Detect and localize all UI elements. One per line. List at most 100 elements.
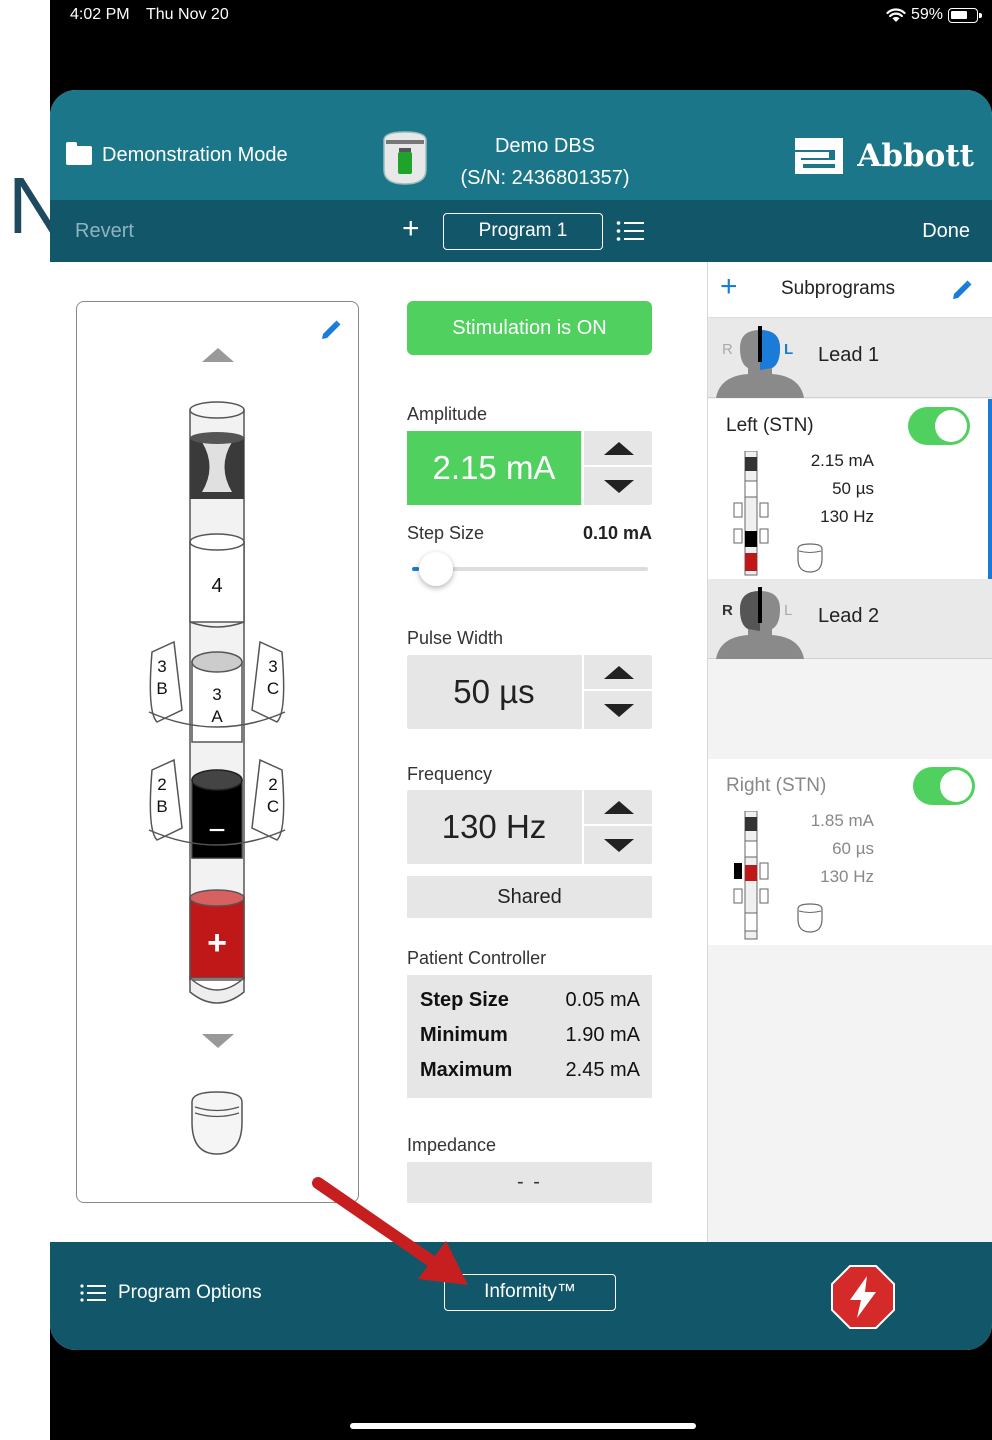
pc-maximum-key: Maximum (420, 1059, 513, 1081)
subprogram-right-title: Right (STN) (726, 775, 827, 796)
contact-3c-label-letter[interactable]: C (267, 679, 279, 698)
revert-button[interactable]: Revert (75, 220, 134, 243)
frequency-decrease-button[interactable] (584, 827, 654, 863)
chevron-up-icon (604, 441, 634, 455)
contact-3b-label-letter[interactable]: B (156, 679, 167, 698)
pc-step-size-row: Step Size 0.05 mA (420, 989, 640, 1019)
device-info: Demo DBS (S/N: 2436801357) (440, 130, 650, 194)
shared-frequency-button[interactable]: Shared (407, 876, 652, 918)
done-button[interactable]: Done (922, 220, 970, 243)
frequency-control: 130 Hz (407, 790, 654, 864)
chevron-up-icon (604, 800, 634, 814)
pulse-width-value[interactable]: 50 µs (407, 655, 581, 729)
lead-2-name: Lead 2 (818, 605, 880, 627)
contact-2b-label-letter[interactable]: B (156, 797, 167, 816)
lead-1-row[interactable]: R L Lead 1 (708, 318, 992, 398)
pc-maximum-value: 2.45 mA (565, 1059, 640, 1081)
frequency-increase-button[interactable] (584, 790, 654, 826)
pulse-width-decrease-button[interactable] (584, 692, 654, 728)
edit-pencil-icon[interactable] (950, 278, 974, 302)
mode-label: Demonstration Mode (102, 144, 288, 166)
frequency-label: Frequency (407, 764, 493, 784)
contact-3a-label-letter[interactable]: A (211, 707, 223, 726)
contact-2c-label-letter[interactable]: C (267, 797, 279, 816)
contact-2c-label-num[interactable]: 2 (268, 775, 277, 794)
amplitude-increase-button[interactable] (584, 431, 654, 467)
subprogram-left-stn[interactable]: Left (STN) 2.15 mA 50 µs 130 Hz (708, 399, 992, 579)
abbott-mark-icon (795, 138, 844, 174)
pulse-width-control: 50 µs (407, 655, 654, 729)
emergency-stop-button[interactable] (830, 1264, 896, 1330)
subprograms-title: Subprograms (781, 278, 896, 299)
mini-ipg-icon (797, 903, 823, 933)
subprograms-panel: + Subprograms R L Lead 1 Left (STN) 2.15… (707, 262, 992, 1242)
status-time: 4:02 PM (70, 6, 130, 23)
footer-bar: Program Options Informity™ (50, 1242, 992, 1350)
abbott-logo: Abbott (791, 134, 974, 178)
contact-3b-label-num[interactable]: 3 (157, 657, 166, 676)
subprogram-right-amplitude: 1.85 mA (810, 811, 874, 830)
chevron-down-icon (604, 703, 634, 717)
amplitude-label: Amplitude (407, 404, 488, 424)
background-area: N (0, 0, 66, 1440)
contact-3a-label-num[interactable]: 3 (212, 685, 221, 704)
pulse-width-increase-button[interactable] (584, 655, 654, 691)
chevron-down-icon (604, 479, 634, 493)
ipg-can-icon[interactable] (191, 1091, 243, 1155)
subprogram-right-values: 1.85 mA 60 µs 130 Hz (788, 807, 874, 891)
list-icon (80, 1284, 106, 1302)
lead-1-name: Lead 1 (818, 344, 880, 366)
stimulation-toggle-button[interactable]: Stimulation is ON (407, 301, 652, 355)
impedance-label: Impedance (407, 1135, 497, 1155)
scroll-up-icon[interactable] (202, 348, 234, 362)
subprogram-right-pulse-width: 60 µs (832, 839, 874, 858)
pc-step-size-key: Step Size (420, 989, 509, 1011)
step-size-value: 0.10 mA (582, 523, 652, 543)
program-options-button[interactable]: Program Options (80, 1282, 262, 1304)
chevron-down-icon (604, 838, 634, 852)
list-icon[interactable] (616, 220, 644, 242)
head-right-icon: R L (716, 587, 804, 659)
contact-3c-label-num[interactable]: 3 (268, 657, 277, 676)
app-window: Demonstration Mode Demo DBS (S/N: 243680… (50, 90, 992, 1350)
contact-2b-label-num[interactable]: 2 (157, 775, 166, 794)
home-indicator[interactable] (350, 1423, 696, 1429)
demo-mode-indicator[interactable]: Demonstration Mode (66, 142, 288, 167)
step-size-label: Step Size (407, 523, 485, 543)
subprogram-left-toggle[interactable] (908, 407, 970, 445)
subprogram-left-pulse-width: 50 µs (832, 479, 874, 498)
pc-minimum-row: Minimum 1.90 mA (420, 1024, 640, 1054)
patient-controller-table[interactable]: Step Size 0.05 mA Minimum 1.90 mA Maximu… (407, 975, 652, 1098)
scroll-down-icon[interactable] (202, 1034, 234, 1048)
pulse-width-label: Pulse Width (407, 628, 504, 648)
lead-diagram-panel: 4 3 B 3 A 3 C − 2 B 2 C + (76, 301, 359, 1203)
svg-text:R: R (722, 602, 733, 619)
contact-4-label[interactable]: 4 (211, 575, 222, 597)
amplitude-decrease-button[interactable] (584, 468, 654, 504)
svg-text:R: R (722, 341, 733, 358)
svg-text:L: L (784, 341, 793, 358)
pc-step-size-value: 0.05 mA (565, 989, 640, 1011)
svg-text:L: L (784, 602, 792, 619)
lead-2-row[interactable]: R L Lead 2 (708, 579, 992, 659)
amplitude-value[interactable]: 2.15 mA (407, 431, 581, 505)
contact-1-anode[interactable]: + (207, 924, 227, 962)
slider-knob[interactable] (419, 552, 453, 586)
battery-icon (948, 7, 982, 23)
header: Demonstration Mode Demo DBS (S/N: 243680… (50, 90, 992, 200)
frequency-value[interactable]: 130 Hz (407, 790, 581, 864)
add-program-button[interactable]: + (402, 214, 420, 244)
program-options-label: Program Options (118, 1282, 262, 1303)
subprogram-right-frequency: 130 Hz (820, 867, 874, 886)
subprogram-right-stn[interactable]: Right (STN) 1.85 mA 60 µs 130 Hz (708, 759, 992, 945)
add-subprogram-button[interactable]: + (720, 272, 738, 302)
slider-fill (412, 567, 419, 571)
mini-ipg-icon (797, 543, 823, 573)
contact-2a-cathode[interactable]: − (208, 814, 226, 847)
status-bar: 4:02 PM Thu Nov 20 59% (50, 0, 992, 32)
subprogram-left-amplitude: 2.15 mA (810, 451, 874, 470)
device-name: Demo DBS (494, 135, 596, 157)
subprogram-right-toggle[interactable] (913, 767, 975, 805)
program-selector[interactable]: Program 1 (443, 213, 603, 250)
folder-icon (66, 142, 92, 165)
